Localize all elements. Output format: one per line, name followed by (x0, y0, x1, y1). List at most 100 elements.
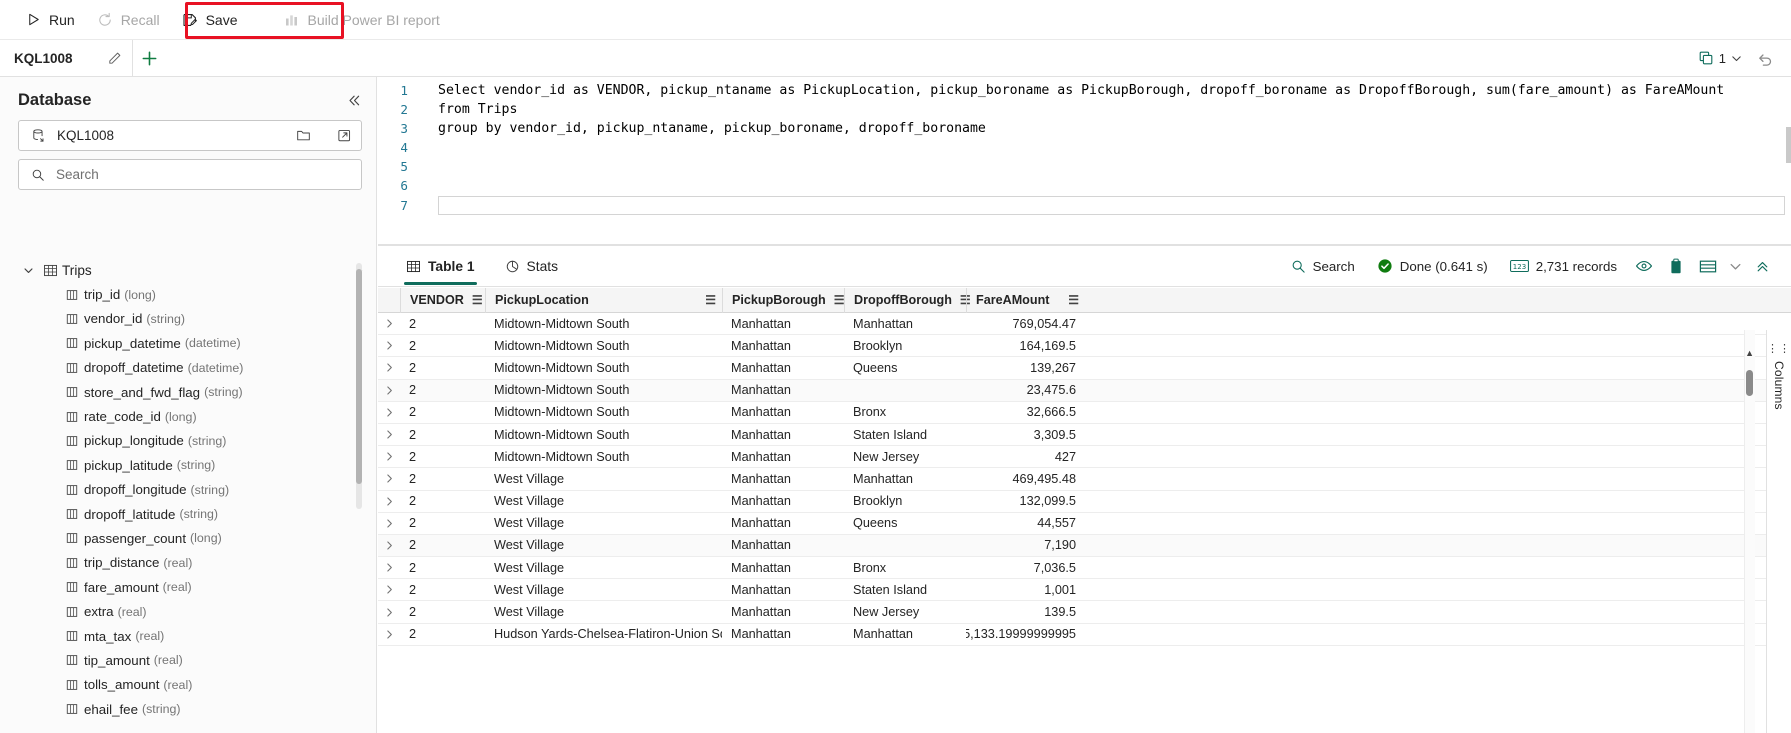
query-status-label: Done (0.641 s) (1399, 258, 1488, 274)
column-menu-icon[interactable]: ☰ (697, 293, 716, 307)
cell-pickuplocation: West Village (494, 560, 565, 575)
tree-column-tolls_amount[interactable]: tolls_amount (real) (0, 673, 376, 697)
query-editor[interactable]: 1 Select vendor_id as VENDOR, pickup_ntan… (378, 77, 1791, 244)
chevron-right-icon[interactable] (378, 584, 400, 595)
line-code[interactable]: group by vendor_id, pickup_ntaname, pick… (438, 119, 1791, 138)
chevron-right-icon[interactable] (378, 451, 400, 462)
tree-column-dropoff_datetime[interactable]: dropoff_datetime (datetime) (0, 356, 376, 380)
column-icon (60, 531, 84, 545)
tree-column-passenger_count[interactable]: passenger_count (long) (0, 526, 376, 550)
table-row[interactable]: 2 Midtown-Midtown South Manhattan Queens 139… (378, 357, 1791, 380)
table-row[interactable]: 2 Midtown-Midtown South Manhattan 23,475.6 (378, 379, 1791, 402)
copies-button[interactable]: 1 (1692, 46, 1748, 70)
chevron-right-icon[interactable] (378, 518, 400, 529)
table-row[interactable]: 2 Hudson Yards-Chelsea-Flatiron-Union Squ… (378, 624, 1791, 646)
copy-results-button[interactable] (1661, 252, 1691, 280)
column-menu-icon[interactable]: ☰ (464, 293, 483, 307)
table-row[interactable]: 2 West Village Manhattan Staten Island 1,001 (378, 579, 1791, 602)
tree-column-mta_tax[interactable]: mta_tax (real) (0, 624, 376, 648)
grid-header-fareamount[interactable]: FareAMount ☰ (966, 288, 1085, 313)
tab-stats[interactable]: Stats (491, 246, 572, 287)
chevron-right-icon[interactable] (378, 496, 400, 507)
chevron-right-icon[interactable] (378, 607, 400, 618)
tree-column-pickup_datetime[interactable]: pickup_datetime (datetime) (0, 331, 376, 355)
tree-column-pickup_latitude[interactable]: pickup_latitude (string) (0, 453, 376, 477)
chevron-right-icon[interactable] (378, 407, 400, 418)
chevron-right-icon[interactable] (378, 540, 400, 551)
query-tab-kql1008[interactable]: KQL1008 (0, 40, 133, 76)
tree-column-dropoff_latitude[interactable]: dropoff_latitude (string) (0, 502, 376, 526)
preview-toggle-button[interactable] (1629, 252, 1659, 280)
tree-column-rate_code_id[interactable]: rate_code_id (long) (0, 404, 376, 428)
chevron-double-left-icon[interactable] (347, 93, 362, 108)
cell-pickuplocation: Midtown-Midtown South (494, 405, 630, 420)
tree-table-trips[interactable]: Trips (0, 258, 376, 282)
recall-button[interactable]: Recall (86, 5, 171, 35)
tree-column-dropoff_longitude[interactable]: dropoff_longitude (string) (0, 478, 376, 502)
tree-column-pickup_longitude[interactable]: pickup_longitude (string) (0, 429, 376, 453)
cell-fareamount: 769,054.47 (1012, 316, 1077, 331)
chevron-right-icon[interactable] (378, 629, 400, 640)
grid-header-vendor[interactable]: VENDOR ☰ (400, 288, 485, 313)
database-selector[interactable]: KQL1008 (18, 120, 362, 151)
pencil-icon[interactable] (107, 51, 122, 66)
tree-column-extra[interactable]: extra (real) (0, 599, 376, 623)
table-row[interactable]: 2 West Village Manhattan Brooklyn 132,099.5 (378, 491, 1791, 513)
chevron-right-icon[interactable] (378, 340, 400, 351)
table-row[interactable]: 2 West Village Manhattan Queens 44,557 (378, 513, 1791, 535)
add-query-tab-button[interactable] (133, 40, 167, 76)
table-row[interactable]: 2 Midtown-Midtown South Manhattan Manhattan… (378, 313, 1791, 336)
tab-table-1[interactable]: Table 1 (392, 246, 489, 287)
grid-scrollbar-thumb[interactable] (1746, 370, 1753, 396)
table-row[interactable]: 2 West Village Manhattan Bronx 7,036.5 (378, 557, 1791, 580)
undo-button[interactable] (1750, 46, 1781, 71)
row-height-menu-button[interactable] (1725, 252, 1745, 280)
grid-header-dropoffborough[interactable]: DropoffBorough ☰ (844, 288, 971, 313)
results-search-button[interactable]: Search (1281, 254, 1365, 279)
chevron-down-icon (1731, 53, 1742, 64)
tree-column-tip_amount[interactable]: tip_amount (real) (0, 648, 376, 672)
sidebar-search-box[interactable]: Search (18, 159, 362, 190)
grid-scroll-up-arrow[interactable]: ▲ (1745, 348, 1754, 358)
chevron-right-icon[interactable] (378, 362, 400, 373)
chevron-right-icon[interactable] (378, 429, 400, 440)
build-power-bi-report-button[interactable]: Build Power BI report (273, 5, 451, 35)
tree-column-trip_distance[interactable]: trip_distance (real) (0, 551, 376, 575)
table-row[interactable]: 2 West Village Manhattan New Jersey 139.5 (378, 601, 1791, 624)
open-in-new-icon[interactable] (334, 128, 355, 143)
chevron-right-icon[interactable] (378, 385, 400, 396)
column-menu-icon[interactable]: ☰ (826, 293, 845, 307)
cell-pickupborough: Manhattan (731, 383, 791, 398)
chevron-down-icon[interactable] (18, 265, 38, 276)
save-button[interactable]: Save (171, 5, 249, 35)
table-row[interactable]: 2 West Village Manhattan 7,190 (378, 534, 1791, 558)
sidebar-scrollbar-thumb[interactable] (356, 269, 362, 484)
columns-rail-button[interactable]: ⋮⋮ Columns (1766, 330, 1791, 733)
tree-column-vendor_id[interactable]: vendor_id (string) (0, 307, 376, 331)
chevron-right-icon[interactable] (378, 473, 400, 484)
table-row[interactable]: 2 Midtown-Midtown South Manhattan New Jerse… (378, 446, 1791, 469)
folder-icon[interactable] (293, 128, 314, 143)
search-input[interactable]: Search (56, 167, 355, 182)
table-row[interactable]: 2 Midtown-Midtown South Manhattan Bronx 32,6… (378, 402, 1791, 424)
grid-header-pickuplocation[interactable]: PickupLocation ☰ (485, 288, 722, 313)
line-code[interactable]: Select vendor_id as VENDOR, pickup_ntana… (438, 81, 1791, 100)
chevron-right-icon[interactable] (378, 562, 400, 573)
collapse-results-button[interactable] (1747, 252, 1777, 280)
table-row[interactable]: 2 Midtown-Midtown South Manhattan Staten Is… (378, 424, 1791, 447)
tree-table-label: Trips (62, 262, 92, 278)
tree-column-trip_id[interactable]: trip_id (long) (0, 282, 376, 306)
line-code[interactable]: from Trips (438, 100, 1791, 119)
table-row[interactable]: 2 West Village Manhattan Manhattan 469,495.4… (378, 468, 1791, 491)
grip-icon: ⋮⋮ (1767, 343, 1791, 355)
grid-header-pickupborough[interactable]: PickupBorough ☰ (722, 288, 845, 313)
tree-column-ehail_fee[interactable]: ehail_fee (string) (0, 697, 376, 721)
tree-column-store_and_fwd_flag[interactable]: store_and_fwd_flag (string) (0, 380, 376, 404)
run-button[interactable]: Run (14, 5, 86, 35)
chevron-right-icon[interactable] (378, 318, 400, 329)
editor-scrollbar-thumb[interactable] (1786, 127, 1791, 163)
column-menu-icon[interactable]: ☰ (1060, 293, 1079, 307)
table-row[interactable]: 2 Midtown-Midtown South Manhattan Brooklyn 1… (378, 335, 1791, 358)
tree-column-fare_amount[interactable]: fare_amount (real) (0, 575, 376, 599)
row-height-button[interactable] (1693, 252, 1723, 280)
